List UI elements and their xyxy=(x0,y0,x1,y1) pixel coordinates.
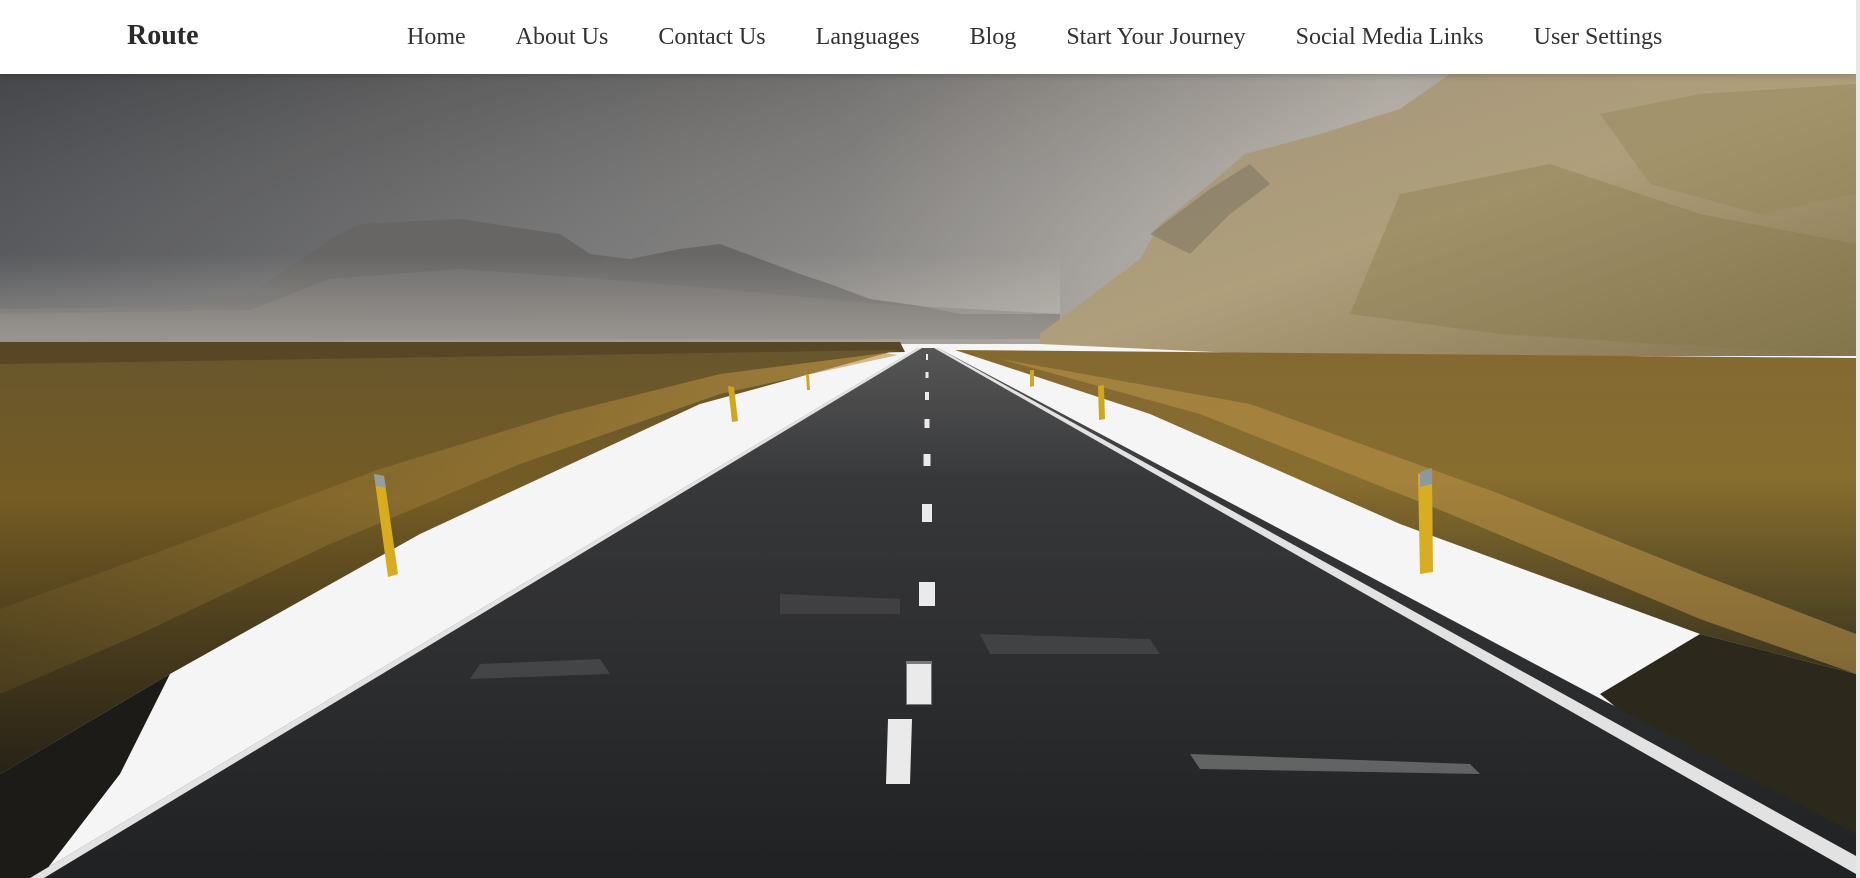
road-landscape-illustration xyxy=(0,74,1856,878)
nav-item-start-your-journey[interactable]: Start Your Journey xyxy=(1066,24,1245,51)
nav-item-blog[interactable]: Blog xyxy=(970,24,1017,51)
nav-item-about-us[interactable]: About Us xyxy=(516,24,609,51)
brand-logo[interactable]: Route xyxy=(127,0,199,74)
nav-item-home[interactable]: Home xyxy=(407,24,466,51)
page-scrollbar[interactable] xyxy=(1856,0,1860,878)
nav-item-social-media-links[interactable]: Social Media Links xyxy=(1296,24,1484,51)
nav-item-user-settings[interactable]: User Settings xyxy=(1534,24,1663,51)
nav-item-contact-us[interactable]: Contact Us xyxy=(658,24,765,51)
hero-image xyxy=(0,74,1856,878)
top-navbar: Route Home About Us Contact Us Languages… xyxy=(0,0,1856,74)
nav-item-languages[interactable]: Languages xyxy=(816,24,920,51)
nav-menu: Home About Us Contact Us Languages Blog … xyxy=(407,0,1662,74)
